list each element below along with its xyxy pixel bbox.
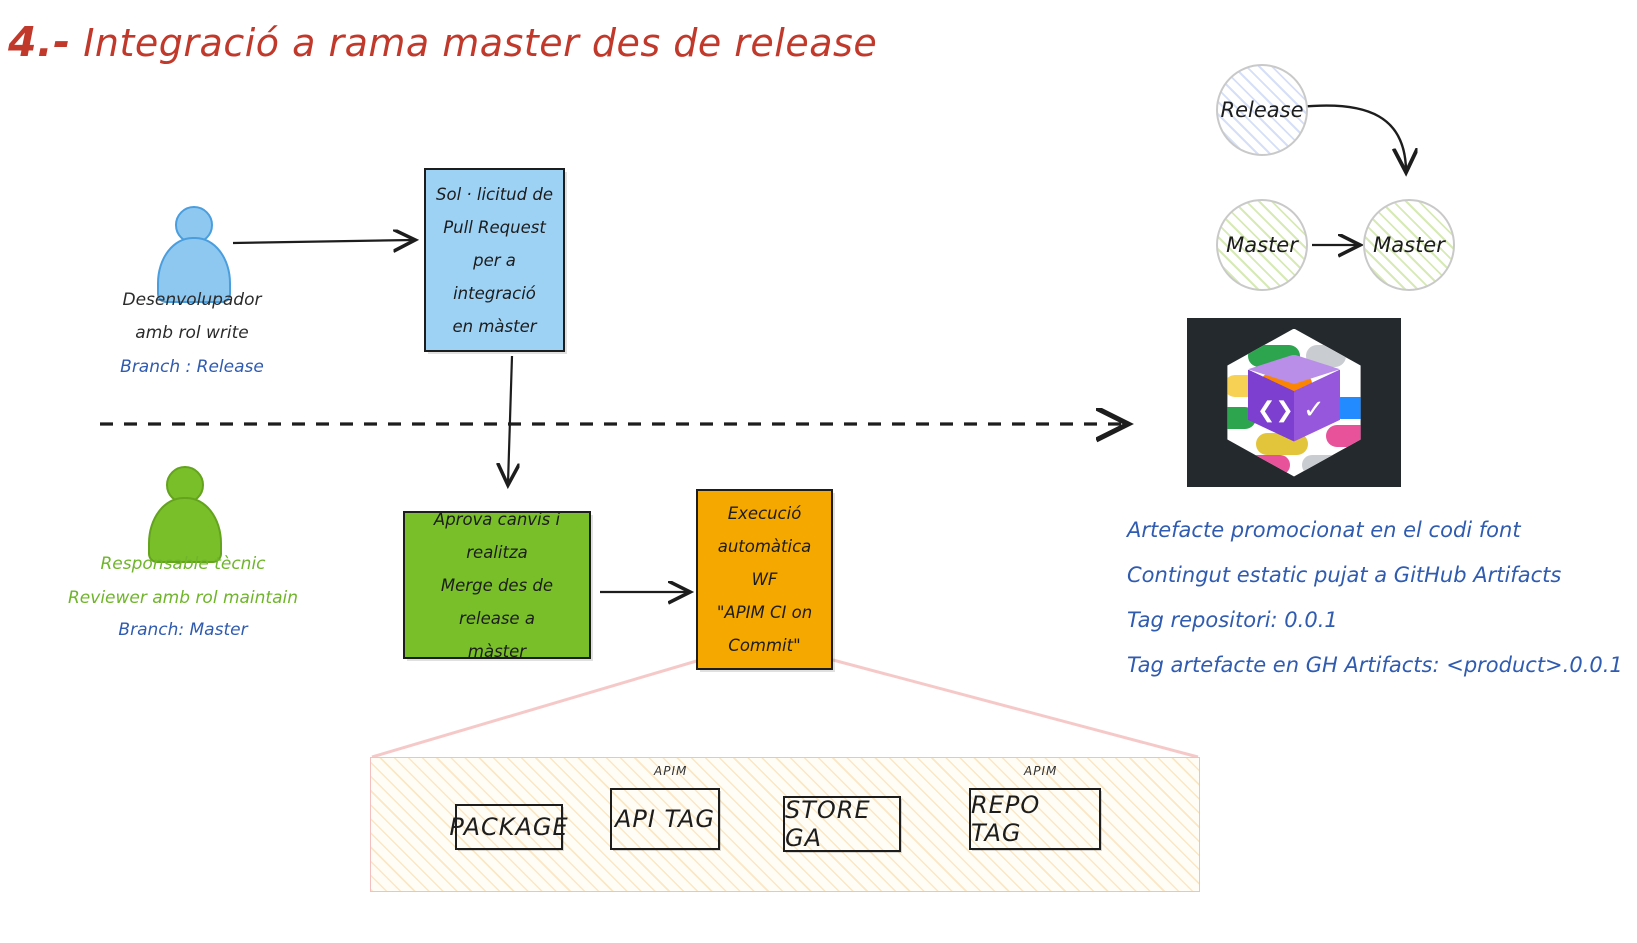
- pipeline-step-repo-tag[interactable]: REPO TAG: [969, 788, 1101, 850]
- info-line-3: Tag repositori: 0.0.1: [1127, 598, 1637, 643]
- workflow-line-3: "APIM CI on: [706, 596, 823, 629]
- page-title: 4.- Integració a rama master des de rele…: [8, 18, 877, 66]
- title-text: Integració a rama master des de release: [83, 21, 877, 65]
- title-number: 4.-: [8, 18, 71, 66]
- pull-request-box[interactable]: Sol · licitud de Pull Request per a inte…: [424, 168, 565, 352]
- merge-box[interactable]: Aprova canvis i realitza Merge des de re…: [403, 511, 591, 659]
- workflow-line-1: Execució: [706, 497, 823, 530]
- workflow-line-4: Commit": [706, 629, 823, 662]
- pipeline-step-store-ga[interactable]: STORE GA: [783, 796, 901, 852]
- pipeline-step-api-tag[interactable]: API TAG: [610, 788, 720, 850]
- pull-request-line-1: Sol · licitud de: [434, 178, 555, 211]
- branch-circle-release[interactable]: Release: [1216, 64, 1308, 156]
- logo-cube-icon: ❮❯ ✓: [1248, 355, 1340, 455]
- pull-request-line-4: en màster: [434, 310, 555, 343]
- workflow-execution-box[interactable]: Execució automàtica WF "APIM CI on Commi…: [696, 489, 833, 670]
- pipeline-step-package[interactable]: PACKAGE: [455, 804, 563, 850]
- workflow-line-2: automàtica WF: [706, 530, 823, 596]
- info-line-4: Tag artefacte en GH Artifacts: <product>…: [1127, 643, 1637, 688]
- artifact-info-list: Artefacte promocionat en el codi font Co…: [1127, 508, 1637, 688]
- info-line-2: Contingut estatic pujat a GitHub Artifac…: [1127, 553, 1637, 598]
- branch-circle-master-right-label: Master: [1373, 233, 1445, 257]
- developer-branch: Branch : Release: [62, 351, 322, 384]
- branch-circle-master-left-label: Master: [1226, 233, 1298, 257]
- code-brackets-icon: ❮❯: [1257, 398, 1294, 423]
- logo-dot-pink-2: [1244, 455, 1290, 475]
- pipeline-step-package-label: PACKAGE: [449, 813, 568, 841]
- logo-dot-grey-2: [1302, 455, 1342, 475]
- github-packages-cube-icon: ❮❯ ✓: [1187, 318, 1401, 487]
- technical-lead-branch: Branch: Master: [53, 614, 313, 647]
- branch-circle-master-right[interactable]: Master: [1363, 199, 1455, 291]
- merge-line-2: Merge des de release a: [413, 569, 581, 635]
- diagram-canvas: 4.- Integració a rama master des de rele…: [0, 0, 1637, 943]
- info-line-1: Artefacte promocionat en el codi font: [1127, 508, 1637, 553]
- pipeline-step-api-tag-label: API TAG: [615, 805, 715, 833]
- developer-role-detail: amb rol write: [62, 317, 322, 350]
- apim-pipeline-zone: PACKAGE APIM API TAG STORE GA APIM REPO …: [370, 757, 1200, 892]
- technical-lead-role-detail: Reviewer amb rol maintain: [53, 582, 313, 615]
- apim-tag-repo: APIM: [1024, 764, 1057, 778]
- developer-role: Desenvolupador: [62, 284, 322, 317]
- pipeline-step-repo-tag-label: REPO TAG: [971, 791, 1099, 847]
- branch-circle-master-left[interactable]: Master: [1216, 199, 1308, 291]
- check-icon: ✓: [1303, 395, 1325, 425]
- apim-tag-api: APIM: [654, 764, 687, 778]
- merge-line-3: màster: [413, 635, 581, 668]
- technical-lead-role: Responsable tècnic: [53, 548, 313, 581]
- pipeline-step-store-ga-label: STORE GA: [785, 796, 899, 852]
- merge-line-1: Aprova canvis i realitza: [413, 503, 581, 569]
- pull-request-line-2: Pull Request: [434, 211, 555, 244]
- pull-request-line-3: per a integració: [434, 244, 555, 310]
- branch-circle-release-label: Release: [1221, 98, 1304, 122]
